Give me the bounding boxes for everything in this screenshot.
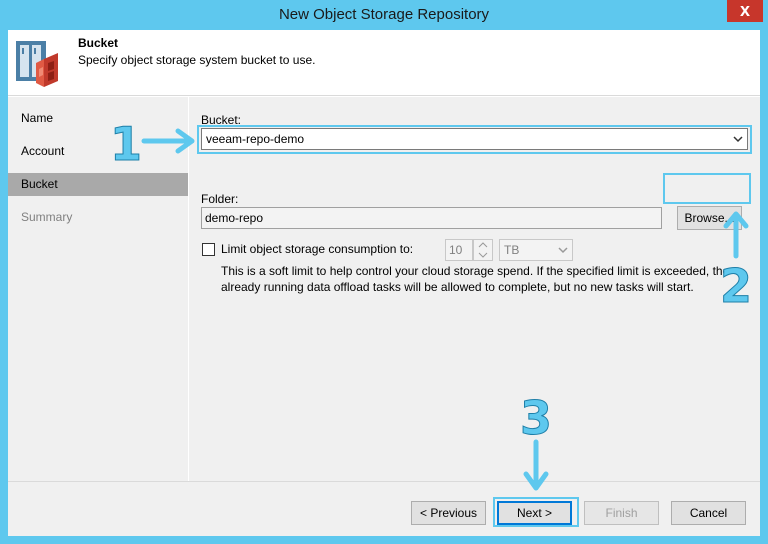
step-name[interactable]: Name [8, 107, 188, 130]
dialog-client: Bucket Specify object storage system buc… [8, 30, 760, 536]
bucket-label: Bucket: [201, 113, 242, 127]
bucket-value: veeam-repo-demo [206, 132, 305, 146]
header-title: Bucket [78, 36, 119, 50]
window-title: New Object Storage Repository [278, 6, 490, 23]
folder-field[interactable]: demo-repo [201, 207, 662, 229]
chevron-down-icon[interactable] [557, 242, 569, 258]
object-storage-icon [16, 41, 58, 87]
close-button[interactable]: x [727, 0, 763, 22]
limit-description: This is a soft limit to help control you… [221, 264, 730, 294]
bucket-select[interactable]: veeam-repo-demo [201, 128, 748, 150]
limit-checkbox[interactable] [202, 243, 215, 256]
limit-spinner[interactable] [473, 239, 493, 261]
wizard-header: Bucket Specify object storage system buc… [8, 30, 760, 96]
wizard-steps: Name Account Bucket Summary [8, 97, 188, 481]
limit-unit: TB [504, 243, 520, 257]
title-bar[interactable]: New Object Storage Repository x [0, 0, 768, 30]
limit-unit-select[interactable]: TB [499, 239, 573, 261]
next-button[interactable]: Next > [497, 501, 572, 525]
chevron-down-icon[interactable] [732, 131, 744, 147]
folder-value: demo-repo [205, 211, 264, 225]
cancel-button[interactable]: Cancel [671, 501, 746, 525]
browse-button[interactable]: Browse... [677, 206, 742, 230]
step-account[interactable]: Account [8, 140, 188, 163]
step-summary: Summary [21, 210, 73, 224]
previous-button[interactable]: < Previous [411, 501, 486, 525]
bucket-form: Bucket: veeam-repo-demo Folder: demo-rep… [189, 97, 760, 481]
header-subtitle: Specify object storage system bucket to … [78, 53, 316, 67]
close-icon[interactable]: x [740, 0, 750, 20]
dialog-window: New Object Storage Repository x Bucket S… [0, 0, 768, 544]
spinner-arrows-icon[interactable] [474, 240, 492, 260]
limit-label[interactable]: Limit object storage consumption to: [221, 242, 413, 256]
wizard-footer: < Previous Next > Finish Cancel [8, 481, 760, 536]
limit-value: 10 [449, 243, 463, 257]
folder-label: Folder: [201, 192, 239, 206]
finish-button: Finish [584, 501, 659, 525]
limit-value-field[interactable]: 10 [445, 239, 473, 261]
step-bucket[interactable]: Bucket [8, 173, 188, 196]
